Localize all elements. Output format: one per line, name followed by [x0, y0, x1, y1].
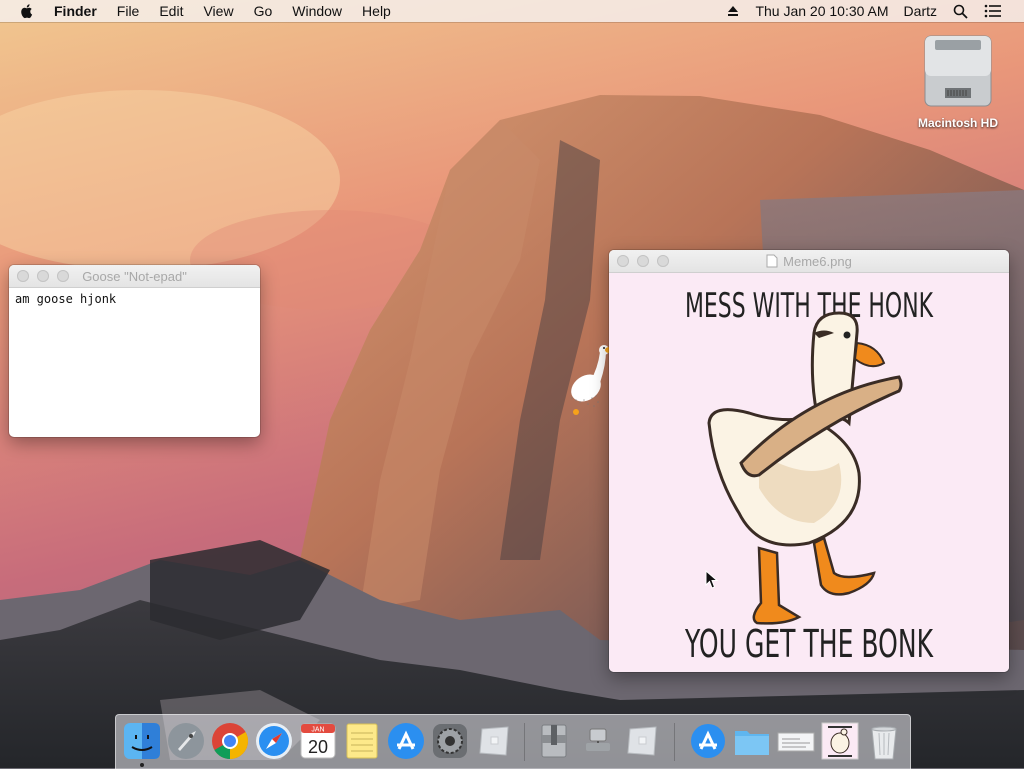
menu-file[interactable]: File — [117, 3, 140, 19]
mouse-cursor — [705, 570, 719, 589]
zoom-button[interactable] — [657, 255, 669, 267]
chrome-icon[interactable] — [210, 721, 250, 761]
folder-icon[interactable] — [732, 721, 772, 761]
close-button[interactable] — [17, 270, 29, 282]
menu-clock[interactable]: Thu Jan 20 10:30 AM — [755, 3, 888, 19]
blank-app-icon[interactable] — [474, 721, 514, 761]
meme-thumbnail-icon[interactable] — [820, 721, 860, 761]
blank-app-2-icon[interactable] — [622, 721, 662, 761]
document-stack-icon[interactable] — [776, 721, 816, 761]
menu-view[interactable]: View — [203, 3, 233, 19]
menu-user[interactable]: Dartz — [904, 3, 937, 19]
minimize-button[interactable] — [37, 270, 49, 282]
menu-window[interactable]: Window — [292, 3, 342, 19]
preview-window[interactable]: Meme6.png MESS WITH THE HONK YOU GET THE… — [609, 250, 1009, 672]
launchpad-icon[interactable] — [166, 721, 206, 761]
macintosh-hd-icon[interactable]: Macintosh HD — [912, 32, 1004, 130]
notepad-window[interactable]: Goose "Not-epad" am goose hjonk — [9, 265, 260, 437]
hard-drive-icon — [924, 35, 992, 107]
app-store-icon[interactable] — [386, 721, 426, 761]
search-icon[interactable] — [953, 4, 968, 19]
macintosh-hd-label: Macintosh HD — [917, 116, 998, 130]
menu-go[interactable]: Go — [254, 3, 273, 19]
menu-bar: Finder File Edit View Go Window Help Thu… — [0, 0, 1024, 22]
menu-help[interactable]: Help — [362, 3, 391, 19]
calendar-icon[interactable]: JAN 20 — [298, 721, 338, 761]
archive-utility-icon[interactable] — [534, 721, 574, 761]
app-store-download-icon[interactable] — [688, 721, 728, 761]
menu-edit[interactable]: Edit — [159, 3, 183, 19]
meme-top-text: MESS WITH THE HONK — [685, 286, 934, 326]
dock-separator — [524, 723, 525, 761]
zoom-button[interactable] — [57, 270, 69, 282]
dock: JAN 20 — [115, 714, 911, 769]
system-preferences-icon[interactable] — [430, 721, 470, 761]
safari-icon[interactable] — [254, 721, 294, 761]
notification-list-icon[interactable] — [984, 4, 1002, 18]
close-button[interactable] — [617, 255, 629, 267]
preview-title: Meme6.png — [783, 253, 852, 269]
finder-running-indicator — [140, 763, 144, 767]
calendar-day: 20 — [308, 737, 328, 757]
minimize-button[interactable] — [637, 255, 649, 267]
notepad-text-area[interactable]: am goose hjonk — [9, 288, 260, 310]
notes-icon[interactable] — [342, 721, 382, 761]
notepad-title: Goose "Not-epad" — [82, 268, 187, 284]
eject-icon[interactable] — [727, 5, 739, 17]
apple-icon[interactable] — [18, 2, 36, 20]
notepad-titlebar[interactable]: Goose "Not-epad" — [9, 265, 260, 288]
trash-icon[interactable] — [864, 721, 904, 761]
finder-icon[interactable] — [122, 721, 162, 761]
document-icon — [766, 254, 778, 268]
goose-illustration — [707, 311, 903, 625]
network-utility-icon[interactable] — [578, 721, 618, 761]
meme-image: MESS WITH THE HONK YOU GET THE BONK — [609, 273, 1009, 672]
menu-app-name[interactable]: Finder — [54, 3, 97, 19]
calendar-month: JAN — [311, 727, 324, 734]
meme-bottom-text: YOU GET THE BONK — [684, 622, 933, 666]
preview-titlebar[interactable]: Meme6.png — [609, 250, 1009, 273]
dock-separator-2 — [674, 723, 675, 761]
